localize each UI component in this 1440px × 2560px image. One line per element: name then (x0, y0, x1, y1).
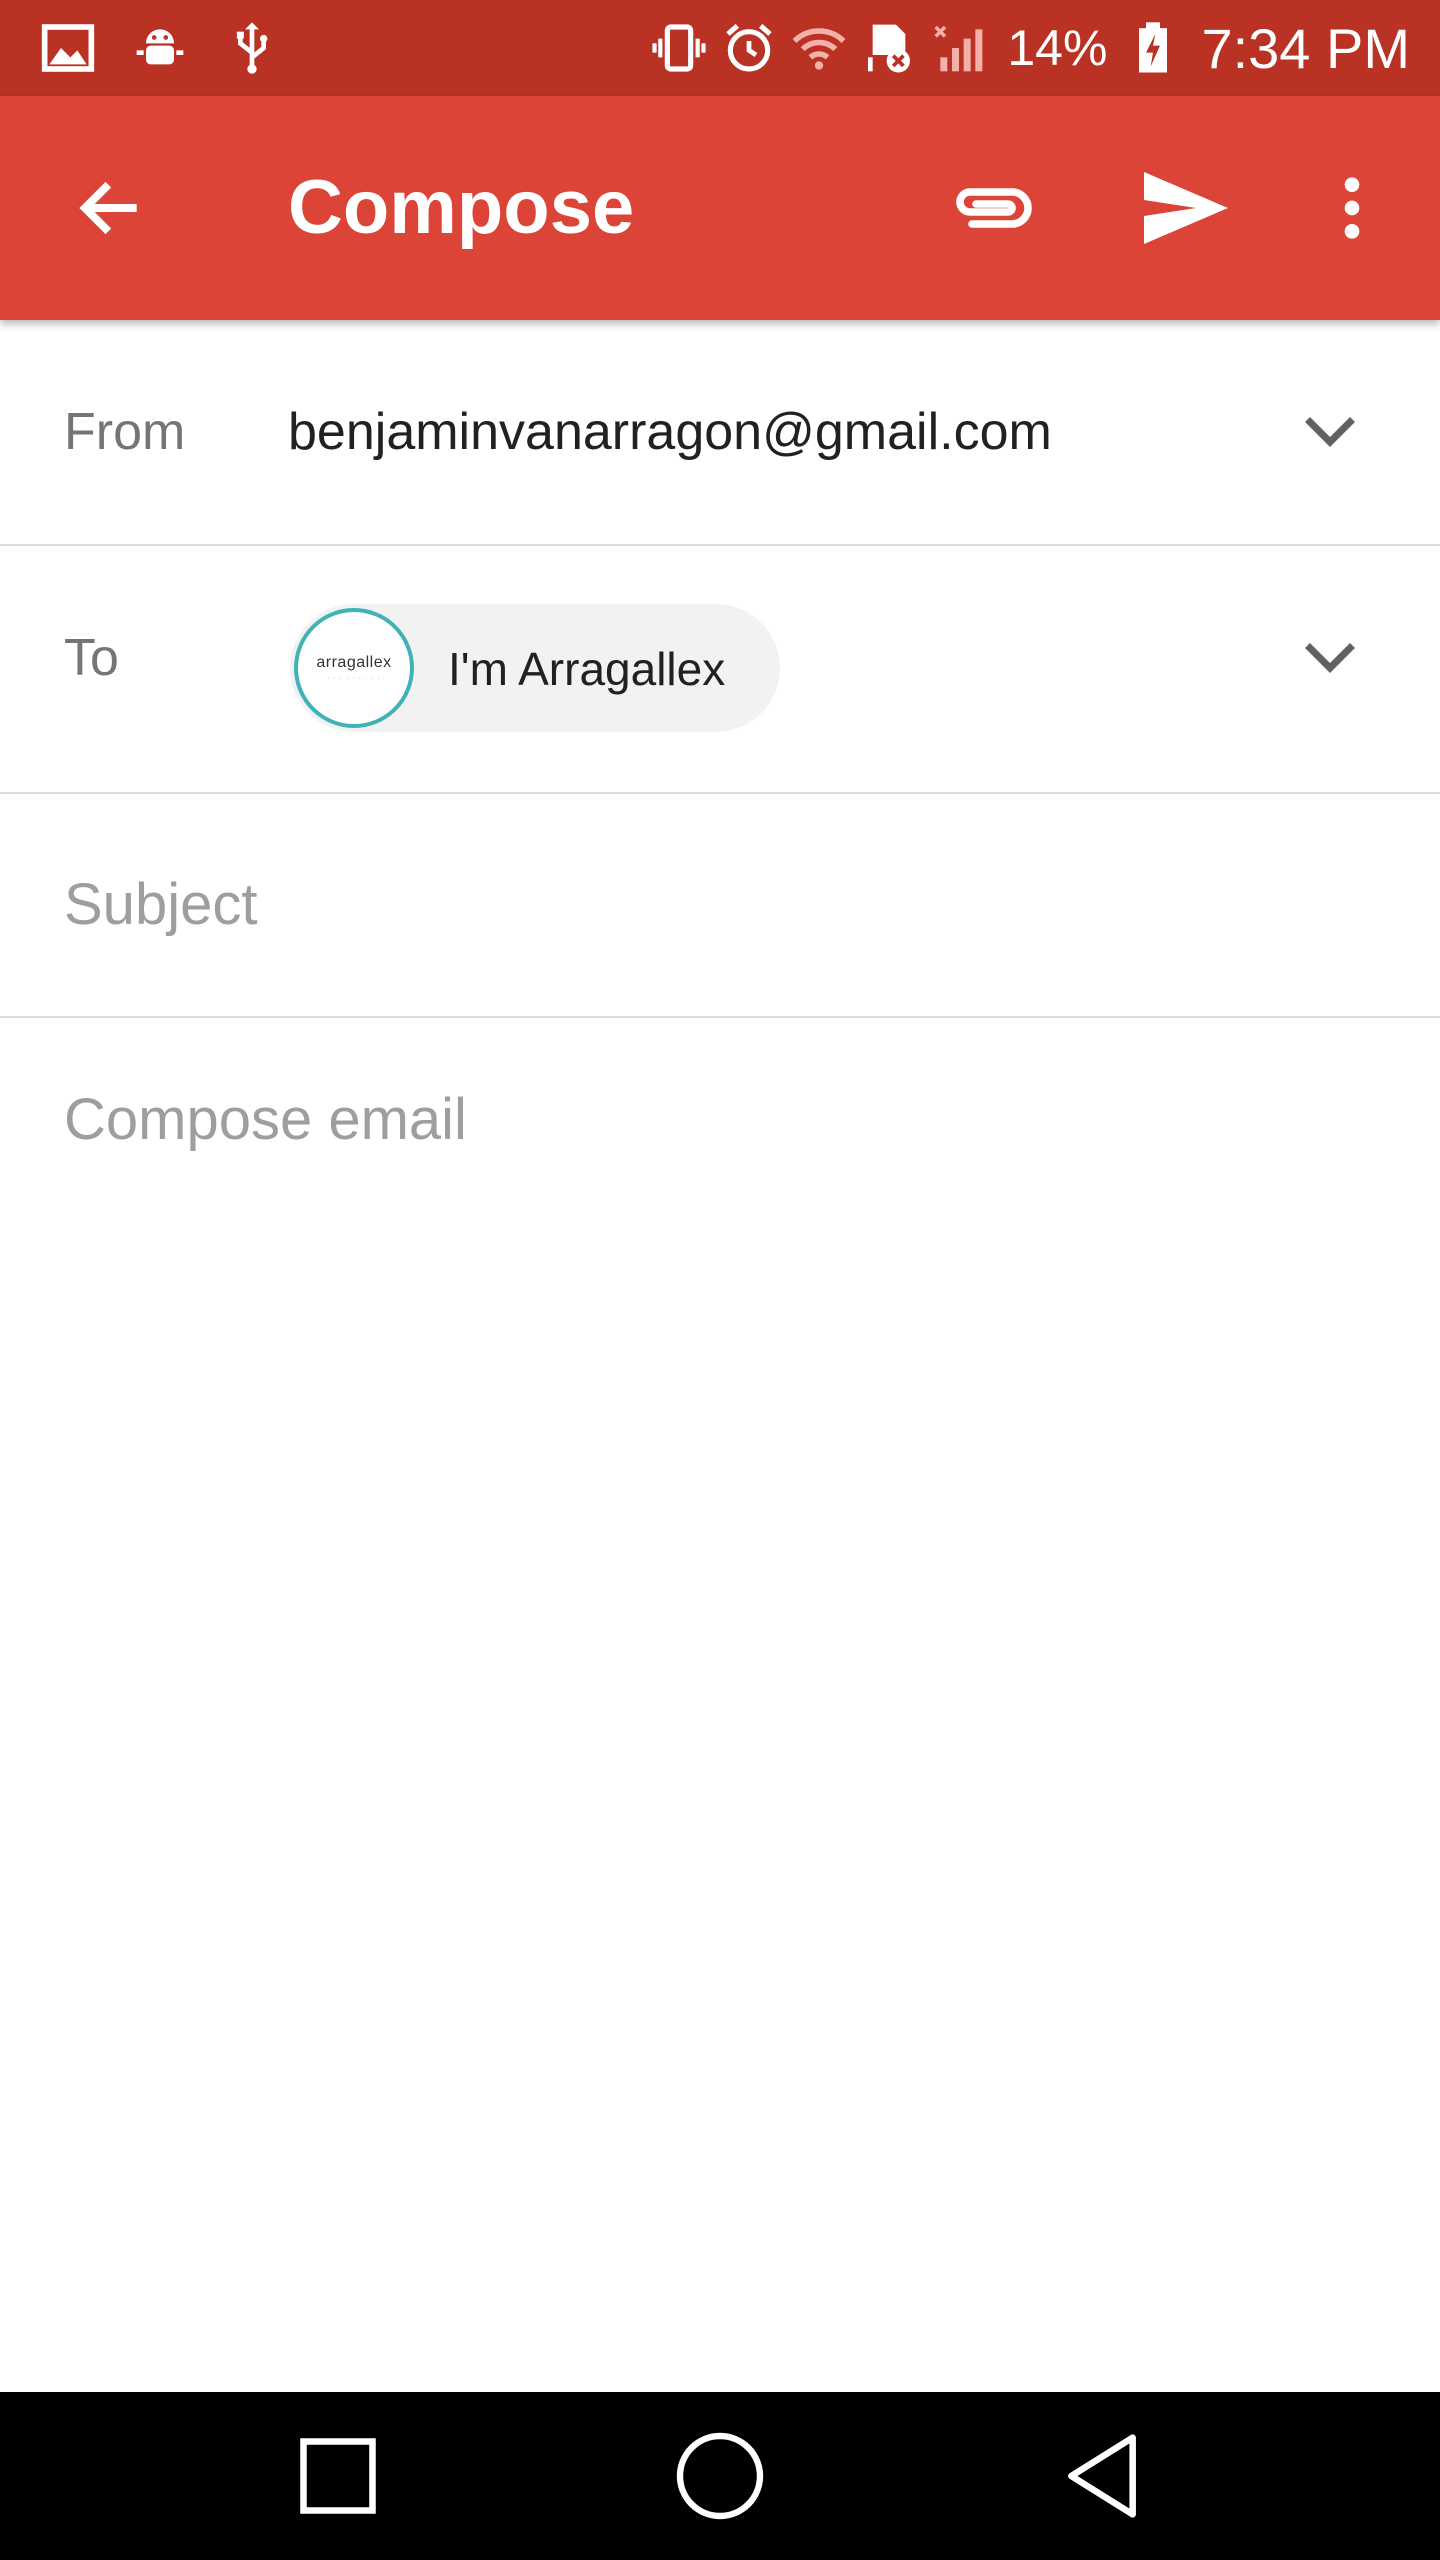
battery-percent: 14% (1007, 20, 1108, 76)
more-vert-icon (1344, 177, 1360, 239)
to-dropdown-button[interactable] (1290, 628, 1370, 688)
attach-button[interactable] (940, 160, 1044, 256)
status-right-icons: 14% 7:34 PM (651, 0, 1410, 96)
status-bar: 14% 7:34 PM (0, 0, 1440, 96)
more-options-button[interactable] (1300, 160, 1404, 256)
android-debug-icon (132, 20, 188, 76)
status-time: 7:34 PM (1201, 16, 1410, 80)
alarm-icon (721, 20, 777, 76)
avatar-logo-underline: · · · · · · · · · (327, 675, 381, 682)
wifi-icon (791, 20, 847, 76)
recents-icon (300, 2438, 376, 2514)
battery-charging-icon (1125, 20, 1181, 76)
avatar-logo-text: arragallex (316, 654, 392, 671)
from-row: From benjaminvanarragon@gmail.com (0, 320, 1440, 546)
chevron-down-icon (1305, 643, 1355, 673)
home-button[interactable] (670, 2426, 770, 2526)
to-row: To arragallex · · · · · · · · · I'm Arra… (0, 546, 1440, 794)
back-icon (1068, 2434, 1136, 2518)
gallery-icon (40, 20, 96, 76)
signal-icon (931, 20, 987, 76)
usb-icon (224, 20, 280, 76)
from-account[interactable]: benjaminvanarragon@gmail.com (288, 402, 1052, 462)
vibrate-icon (651, 20, 707, 76)
from-label: From (64, 403, 186, 461)
compose-body-input[interactable] (64, 1086, 1374, 2306)
subject-input[interactable] (64, 864, 1364, 944)
nav-back-button[interactable] (1052, 2426, 1152, 2526)
send-icon (1144, 172, 1228, 244)
home-icon (676, 2432, 764, 2520)
page-title: Compose (288, 165, 635, 250)
avatar: arragallex · · · · · · · · · (294, 608, 414, 728)
to-label: To (64, 629, 119, 687)
chevron-down-icon (1305, 417, 1355, 447)
subject-row (0, 794, 1440, 1018)
send-button[interactable] (1128, 160, 1240, 256)
app-bar: Compose (0, 96, 1440, 320)
recipient-name: I'm Arragallex (448, 643, 726, 695)
attach-icon (956, 188, 1032, 228)
navigation-bar (0, 2392, 1440, 2560)
status-left-icons (40, 0, 280, 96)
recents-button[interactable] (288, 2426, 388, 2526)
recipient-chip[interactable]: arragallex · · · · · · · · · I'm Arragal… (290, 604, 780, 732)
arrow-back-icon (79, 181, 137, 235)
from-dropdown-button[interactable] (1290, 402, 1370, 462)
back-button[interactable] (60, 160, 160, 256)
sd-card-error-icon (861, 20, 917, 76)
